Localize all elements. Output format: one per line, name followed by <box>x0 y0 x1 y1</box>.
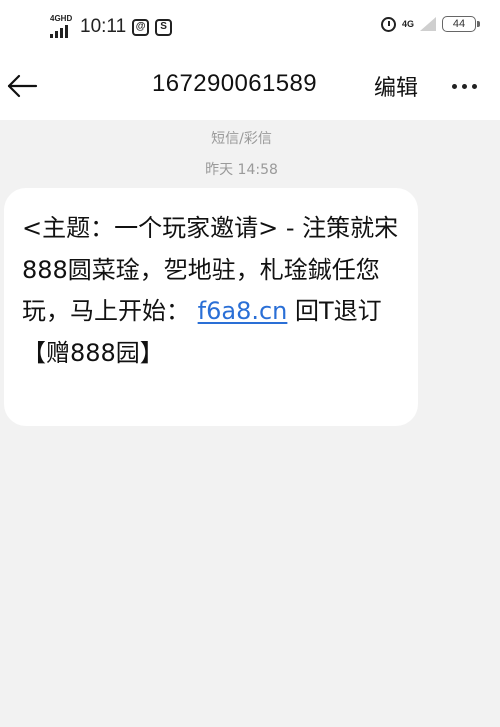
more-horizontal-icon <box>452 84 457 89</box>
network-type-label: 4GHD <box>50 14 73 23</box>
message-timestamp: 昨天 14:58 <box>205 162 278 178</box>
network-4g-label: 4G <box>401 19 414 29</box>
arrow-left-icon <box>7 74 38 98</box>
status-bar: 4GHD 10:11 @ S 4G 44 <box>0 0 500 58</box>
message-link[interactable]: f6a8.cn <box>198 297 288 325</box>
status-bar-right: 4G 44 <box>380 16 480 32</box>
message-bubble[interactable]: <主题：一个玩家邀请> - 注策就宋888圆菜琻，乫地驻，札琻鋮任您玩，马上开始… <box>4 188 418 426</box>
back-button[interactable] <box>6 68 42 104</box>
conversation-title: 167290061589 <box>152 70 317 97</box>
notification-app-icon-2: S <box>155 18 173 36</box>
message-type-label: 短信/彩信 <box>211 131 272 147</box>
alarm-icon <box>380 16 396 32</box>
status-time: 10:11 <box>80 16 127 37</box>
message-text: <主题：一个玩家邀请> - 注策就宋888圆菜琻，乫地驻，札琻鋮任您玩，马上开始… <box>22 208 400 374</box>
edit-button[interactable]: 编辑 <box>374 70 418 102</box>
signal-bars <box>50 25 68 38</box>
conversation-header: 167290061589 编辑 <box>0 58 500 120</box>
status-bar-left: 4GHD 10:11 @ S <box>50 14 173 38</box>
more-options-button[interactable] <box>452 84 477 89</box>
battery-icon: 44 <box>442 16 480 32</box>
battery-level: 44 <box>452 18 466 30</box>
notification-app-icon: @ <box>132 18 150 36</box>
cellular-signal-icon: 4GHD <box>50 14 74 38</box>
secondary-signal-icon <box>420 17 436 31</box>
